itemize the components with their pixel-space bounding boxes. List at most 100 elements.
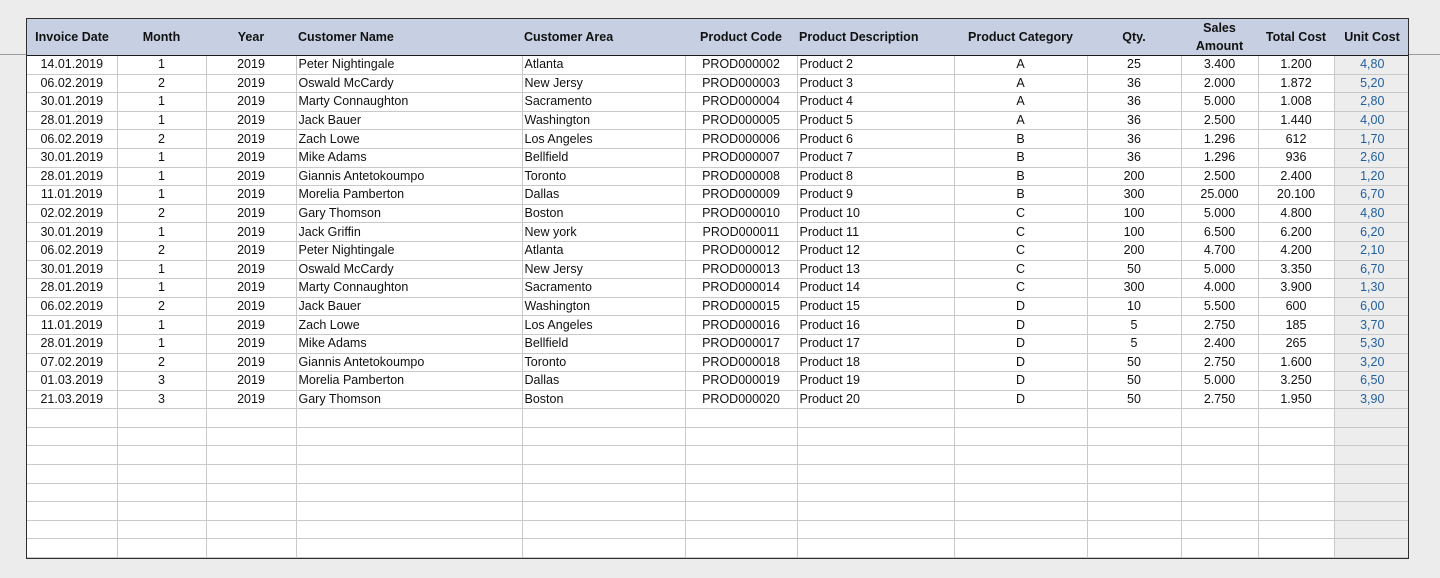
empty-cell[interactable] [954, 520, 1088, 540]
customer-name-cell[interactable]: Peter Nightingale [296, 241, 523, 261]
empty-cell[interactable] [1334, 520, 1408, 540]
total-cost-cell[interactable]: 600 [1258, 297, 1335, 317]
unit-cost-cell[interactable]: 6,70 [1334, 185, 1408, 205]
empty-cell[interactable] [296, 538, 523, 558]
empty-cell[interactable] [27, 501, 118, 521]
product-code-cell[interactable]: PROD000009 [685, 185, 798, 205]
product-code-cell[interactable]: PROD000019 [685, 371, 798, 391]
empty-cell[interactable] [1334, 445, 1408, 466]
empty-cell[interactable] [117, 427, 207, 447]
customer-name-cell[interactable]: Zach Lowe [296, 129, 523, 149]
product-description-cell[interactable]: Product 12 [797, 241, 955, 261]
empty-cell[interactable] [797, 464, 955, 484]
product-category-cell[interactable]: B [954, 148, 1088, 168]
product-category-cell[interactable]: B [954, 185, 1088, 205]
empty-cell[interactable] [206, 538, 297, 558]
empty-cell[interactable] [1087, 501, 1182, 521]
unit-cost-cell[interactable]: 1,30 [1334, 278, 1408, 298]
empty-cell[interactable] [27, 483, 118, 503]
sales-amount-cell[interactable]: 4.700 [1181, 241, 1259, 261]
qty-cell[interactable]: 5 [1087, 334, 1182, 354]
customer-area-cell[interactable]: Dallas [522, 371, 686, 391]
empty-cell[interactable] [1258, 501, 1335, 521]
empty-cell[interactable] [117, 520, 207, 540]
empty-cell[interactable] [797, 445, 955, 466]
month-cell[interactable]: 2 [117, 204, 207, 224]
customer-area-cell[interactable]: Sacramento [522, 92, 686, 112]
invoice-date-cell[interactable]: 30.01.2019 [27, 260, 118, 280]
empty-cell[interactable] [685, 445, 798, 466]
unit-cost-cell[interactable]: 5,30 [1334, 334, 1408, 354]
empty-cell[interactable] [1334, 483, 1408, 503]
empty-cell[interactable] [685, 520, 798, 540]
unit-cost-cell[interactable]: 6,70 [1334, 260, 1408, 280]
empty-cell[interactable] [117, 464, 207, 484]
empty-cell[interactable] [296, 408, 523, 428]
month-cell[interactable]: 1 [117, 111, 207, 131]
product-code-cell[interactable]: PROD000003 [685, 74, 798, 94]
year-cell[interactable]: 2019 [206, 129, 297, 149]
product-code-cell[interactable]: PROD000016 [685, 315, 798, 335]
month-cell[interactable]: 3 [117, 390, 207, 410]
unit-cost-cell[interactable]: 3,70 [1334, 315, 1408, 335]
customer-area-cell[interactable]: Toronto [522, 167, 686, 187]
empty-cell[interactable] [954, 483, 1088, 503]
month-cell[interactable]: 1 [117, 260, 207, 280]
year-cell[interactable]: 2019 [206, 92, 297, 112]
empty-cell[interactable] [27, 408, 118, 428]
header-total-cost[interactable]: Total Cost [1258, 19, 1334, 56]
qty-cell[interactable]: 5 [1087, 315, 1182, 335]
header-invoice-date[interactable]: Invoice Date [27, 19, 117, 56]
sales-amount-cell[interactable]: 5.000 [1181, 204, 1259, 224]
total-cost-cell[interactable]: 185 [1258, 315, 1335, 335]
year-cell[interactable]: 2019 [206, 334, 297, 354]
empty-cell[interactable] [522, 520, 686, 540]
empty-cell[interactable] [27, 464, 118, 484]
product-code-cell[interactable]: PROD000014 [685, 278, 798, 298]
product-category-cell[interactable]: B [954, 167, 1088, 187]
month-cell[interactable]: 1 [117, 222, 207, 242]
product-category-cell[interactable]: C [954, 222, 1088, 242]
empty-cell[interactable] [685, 538, 798, 558]
empty-cell[interactable] [206, 520, 297, 540]
total-cost-cell[interactable]: 1.950 [1258, 390, 1335, 410]
invoice-date-cell[interactable]: 30.01.2019 [27, 222, 118, 242]
empty-cell[interactable] [797, 408, 955, 428]
header-customer-area[interactable]: Customer Area [522, 19, 685, 56]
sales-amount-cell[interactable]: 5.500 [1181, 297, 1259, 317]
unit-cost-cell[interactable]: 3,90 [1334, 390, 1408, 410]
customer-area-cell[interactable]: Boston [522, 204, 686, 224]
customer-area-cell[interactable]: New Jersy [522, 260, 686, 280]
invoice-date-cell[interactable]: 06.02.2019 [27, 241, 118, 261]
empty-cell[interactable] [954, 464, 1088, 484]
total-cost-cell[interactable]: 265 [1258, 334, 1335, 354]
product-code-cell[interactable]: PROD000004 [685, 92, 798, 112]
year-cell[interactable]: 2019 [206, 204, 297, 224]
empty-cell[interactable] [117, 483, 207, 503]
total-cost-cell[interactable]: 1.440 [1258, 111, 1335, 131]
product-category-cell[interactable]: C [954, 241, 1088, 261]
empty-cell[interactable] [1087, 464, 1182, 484]
invoice-date-cell[interactable]: 28.01.2019 [27, 334, 118, 354]
sales-amount-cell[interactable]: 6.500 [1181, 222, 1259, 242]
month-cell[interactable]: 1 [117, 148, 207, 168]
qty-cell[interactable]: 36 [1087, 148, 1182, 168]
empty-cell[interactable] [1334, 538, 1408, 558]
month-cell[interactable]: 1 [117, 278, 207, 298]
empty-cell[interactable] [954, 445, 1088, 466]
qty-cell[interactable]: 100 [1087, 204, 1182, 224]
empty-cell[interactable] [206, 483, 297, 503]
product-description-cell[interactable]: Product 6 [797, 129, 955, 149]
product-code-cell[interactable]: PROD000007 [685, 148, 798, 168]
invoice-date-cell[interactable]: 28.01.2019 [27, 167, 118, 187]
product-code-cell[interactable]: PROD000002 [685, 55, 798, 75]
customer-area-cell[interactable]: Bellfield [522, 334, 686, 354]
unit-cost-cell[interactable]: 3,20 [1334, 353, 1408, 373]
empty-cell[interactable] [27, 427, 118, 447]
customer-area-cell[interactable]: Los Angeles [522, 315, 686, 335]
empty-cell[interactable] [1181, 483, 1259, 503]
qty-cell[interactable]: 200 [1087, 167, 1182, 187]
year-cell[interactable]: 2019 [206, 222, 297, 242]
product-category-cell[interactable]: C [954, 260, 1088, 280]
empty-cell[interactable] [797, 501, 955, 521]
